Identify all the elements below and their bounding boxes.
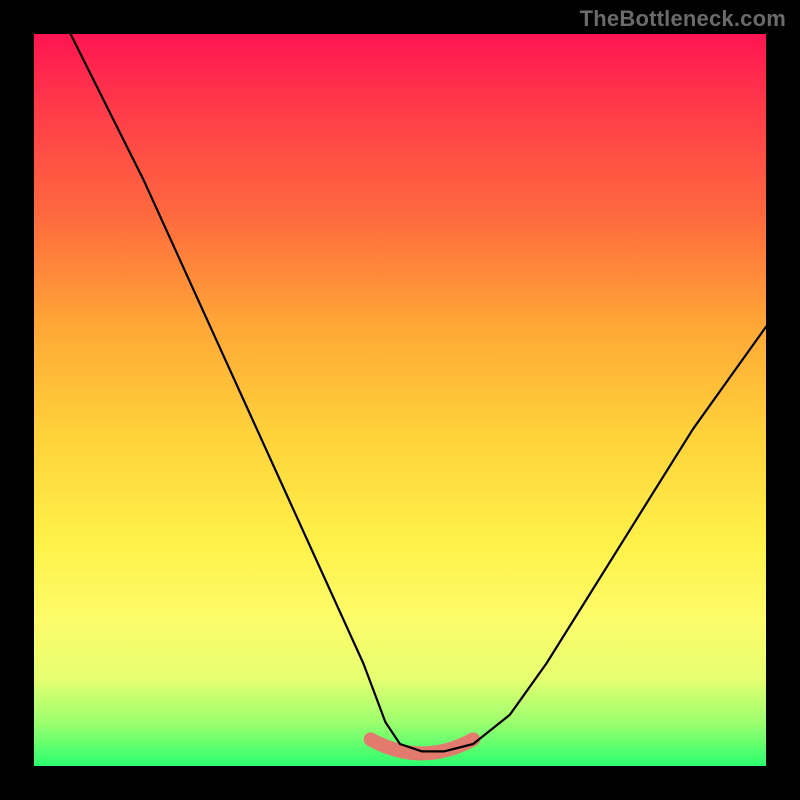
- curve-svg: [34, 34, 766, 766]
- bottleneck-curve-line: [71, 34, 766, 751]
- watermark-label: TheBottleneck.com: [580, 6, 786, 32]
- chart-frame: TheBottleneck.com: [0, 0, 800, 800]
- plot-area: [34, 34, 766, 766]
